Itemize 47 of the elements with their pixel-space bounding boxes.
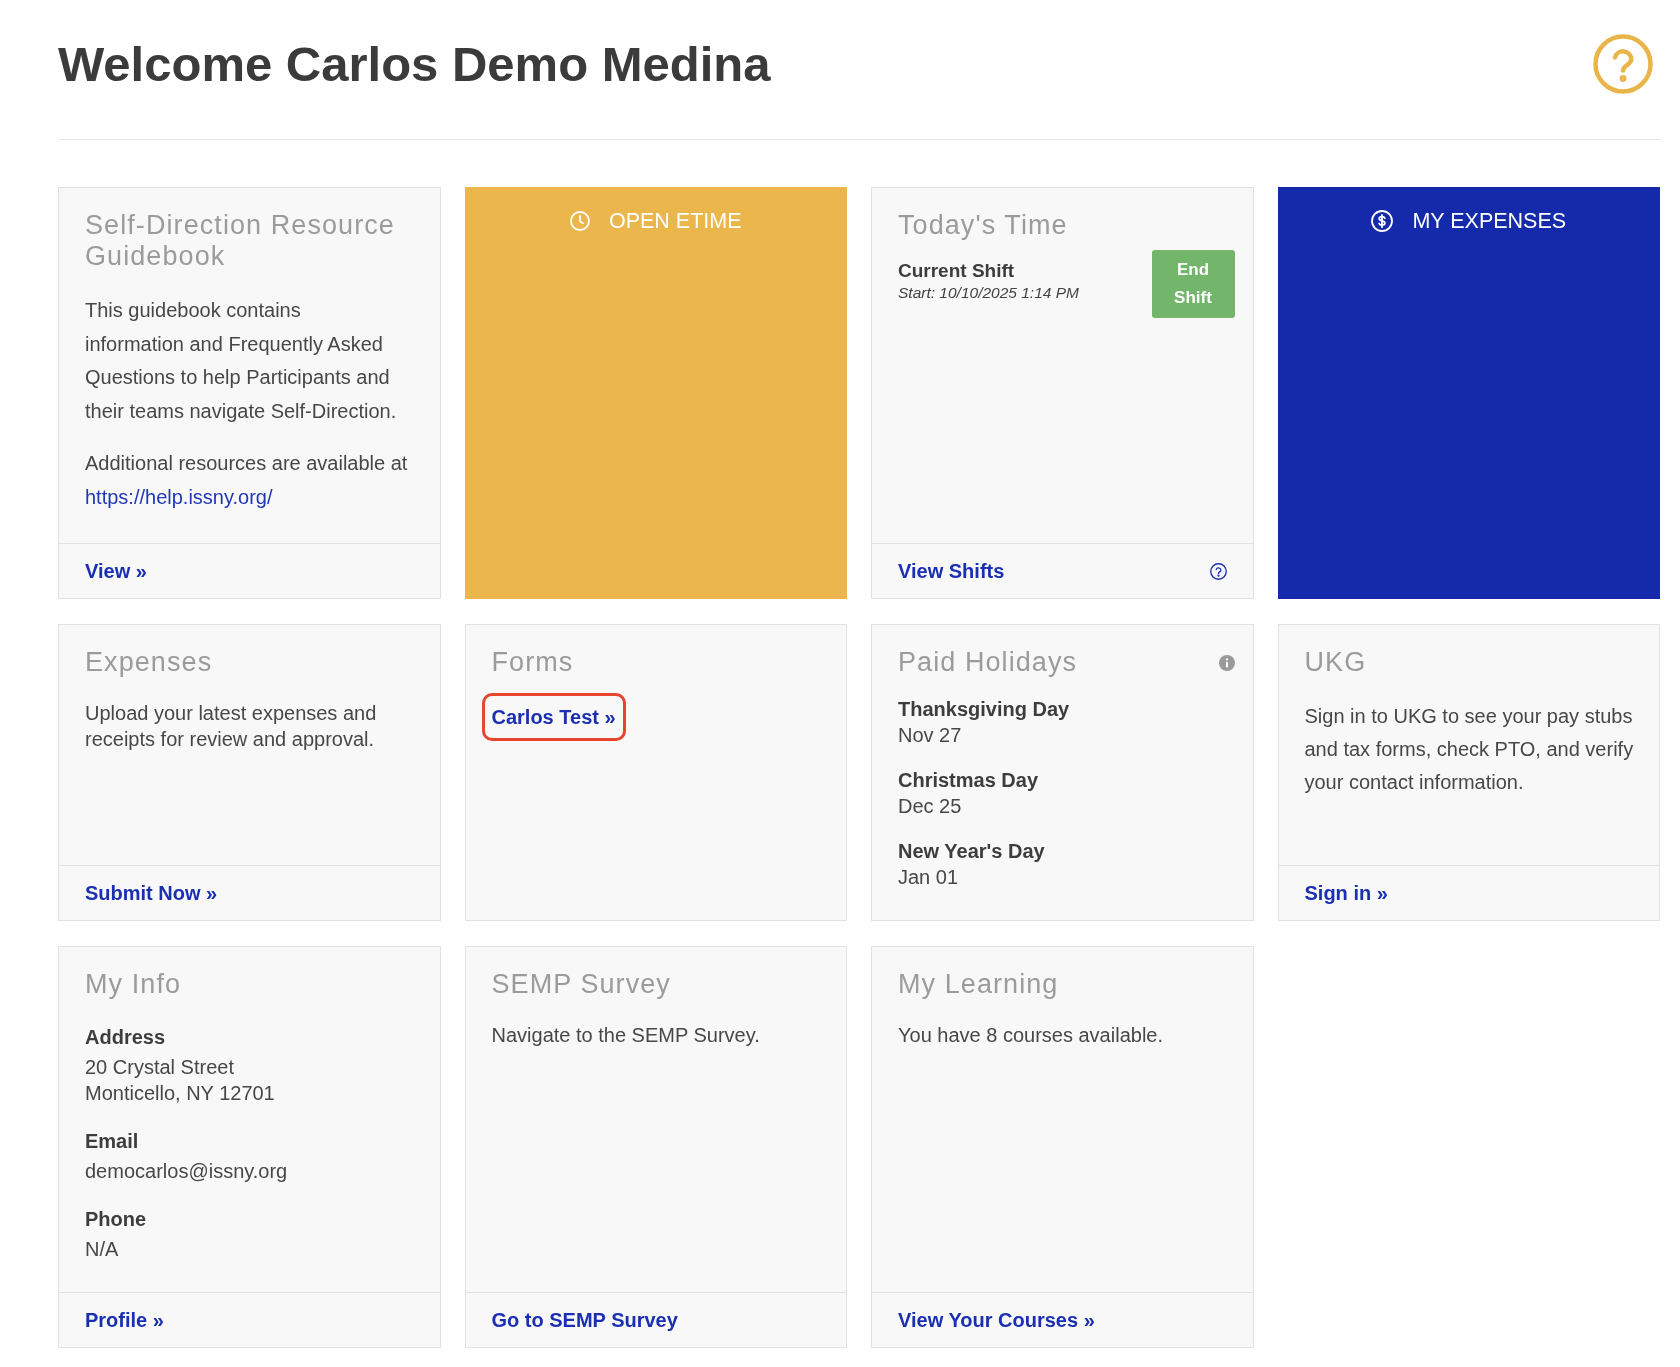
field-value: Monticello, NY 12701 bbox=[85, 1081, 276, 1106]
card-text: Additional resources are available at https://help.issny.org/ bbox=[85, 451, 409, 510]
tile-label: MY EXPENSES bbox=[1412, 208, 1567, 235]
field-label: Phone bbox=[85, 1207, 148, 1232]
shift-label: Current Shift bbox=[898, 259, 1016, 283]
card-text: This guidebook contains information and Frequently Asked Questions to help Participants and their teams navigate Self-Direction. bbox=[85, 298, 398, 424]
info-icon[interactable] bbox=[1218, 654, 1235, 671]
footer-link[interactable]: Profile » bbox=[85, 1307, 164, 1333]
card-title: SEMP Survey bbox=[491, 969, 672, 1000]
card-text: Sign in to UKG to see your pay stubs and tax forms, check PTO, and verify your contact information. bbox=[1304, 704, 1635, 795]
field-value: N/A bbox=[85, 1237, 120, 1262]
card-title: Forms bbox=[491, 647, 575, 678]
footer-link[interactable]: Sign in » bbox=[1304, 880, 1388, 906]
dollar-circle-icon bbox=[1371, 210, 1394, 232]
footer-link[interactable]: Submit Now » bbox=[85, 880, 218, 906]
card-title: Today's Time bbox=[898, 210, 1069, 241]
tile-label: OPEN ETIME bbox=[608, 208, 742, 235]
card-text: Navigate to the SEMP Survey. bbox=[491, 1023, 761, 1048]
form-link[interactable]: Carlos Test » bbox=[481, 693, 626, 741]
card-title: My Learning bbox=[898, 969, 1060, 1000]
help-icon[interactable] bbox=[1209, 562, 1227, 580]
footer-link[interactable]: View Shifts bbox=[898, 558, 1005, 584]
card-text: You have 8 courses available. bbox=[898, 1023, 1164, 1048]
page-title: Welcome Carlos Demo Medina bbox=[58, 36, 771, 93]
holiday-date: Dec 25 bbox=[898, 794, 963, 819]
card-text: Upload your latest expenses and receipts for review and approval. bbox=[85, 701, 378, 752]
card-title: My Info bbox=[85, 969, 183, 1000]
footer-link[interactable]: Go to SEMP Survey bbox=[491, 1307, 678, 1333]
clock-icon bbox=[569, 211, 590, 231]
field-label: Address bbox=[85, 1025, 167, 1050]
field-value: democarlos@issny.org bbox=[85, 1159, 289, 1184]
holiday-date: Jan 01 bbox=[898, 865, 960, 890]
shift-start-time: Start: 10/10/2025 1:14 PM bbox=[898, 283, 1079, 303]
field-label: Email bbox=[85, 1129, 140, 1154]
expenses-tile[interactable]: MY EXPENSES bbox=[1277, 187, 1660, 599]
footer-link[interactable]: View » bbox=[85, 558, 147, 584]
resource-link[interactable]: https://help.issny.org/ bbox=[85, 485, 273, 508]
card-title: UKG bbox=[1304, 647, 1368, 678]
footer-link[interactable]: View Your Courses » bbox=[898, 1307, 1095, 1333]
field-value: 20 Crystal Street bbox=[85, 1055, 235, 1080]
card-title: Self-Direction Resource Guidebook bbox=[85, 210, 396, 272]
holiday-name: Christmas Day bbox=[898, 768, 1040, 793]
holiday-name: New Year's Day bbox=[898, 839, 1046, 864]
card-title: Paid Holidays bbox=[898, 647, 1078, 678]
holiday-date: Nov 27 bbox=[898, 723, 963, 748]
card-title: Expenses bbox=[85, 647, 214, 678]
holiday-name: Thanksgiving Day bbox=[898, 697, 1071, 722]
